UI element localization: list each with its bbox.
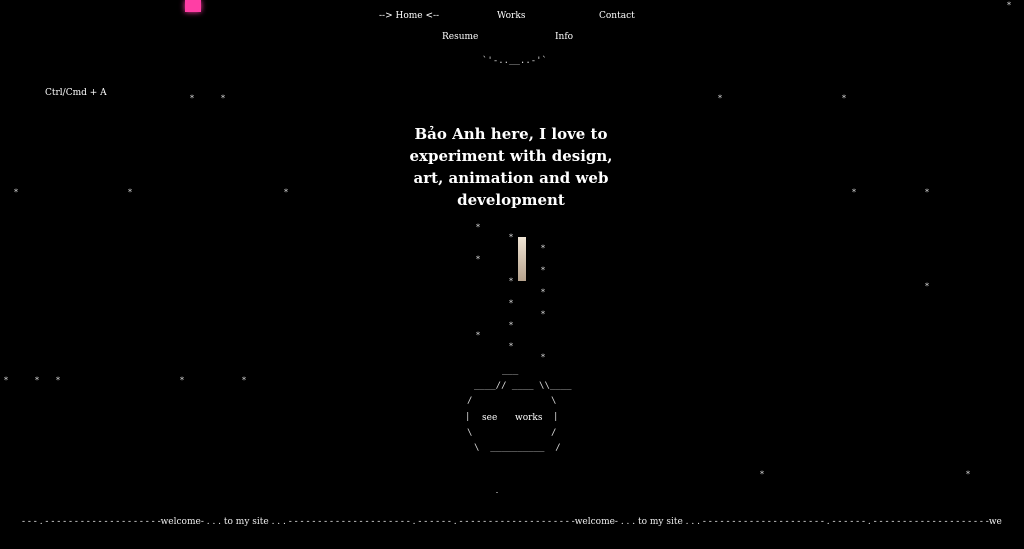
- pink-cursor-square: [185, 0, 201, 12]
- star-icon: *: [1007, 1, 1011, 10]
- shortcut-hint: Ctrl/Cmd + A: [45, 88, 107, 98]
- pot-side-right: \: [551, 396, 557, 406]
- star-icon: *: [56, 376, 60, 385]
- star-icon: *: [180, 376, 184, 385]
- pot-side-left: /: [467, 396, 473, 406]
- star-icon: *: [476, 331, 480, 340]
- candle-icon: [518, 237, 526, 281]
- star-icon: *: [4, 376, 8, 385]
- nav-contact-link[interactable]: Contact: [599, 11, 635, 21]
- star-icon: *: [509, 342, 513, 351]
- star-icon: *: [541, 266, 545, 275]
- star-icon: *: [925, 188, 929, 197]
- star-icon: *: [852, 188, 856, 197]
- pot-top: ____// ____ \\____: [474, 381, 572, 391]
- star-icon: *: [966, 470, 970, 479]
- star-icon: *: [242, 376, 246, 385]
- star-icon: *: [128, 188, 132, 197]
- see-works-button[interactable]: works: [515, 413, 543, 423]
- star-icon: *: [14, 188, 18, 197]
- nav-resume-link[interactable]: Resume: [442, 32, 478, 42]
- nav-info-link[interactable]: Info: [555, 32, 573, 42]
- star-icon: *: [541, 244, 545, 253]
- pot-lid: ___: [502, 366, 519, 376]
- see-works-button[interactable]: see: [482, 413, 497, 423]
- pot-bottom: \ __________ /: [474, 443, 561, 453]
- nav-works-link[interactable]: Works: [497, 11, 525, 21]
- star-icon: *: [509, 277, 513, 286]
- star-icon: *: [925, 282, 929, 291]
- pot-side-left: \: [467, 428, 473, 438]
- star-icon: *: [541, 288, 545, 297]
- star-icon: *: [35, 376, 39, 385]
- star-icon: *: [509, 299, 513, 308]
- welcome-marquee: - - - . - - - - - - - - - - - - - - - - …: [22, 517, 1002, 527]
- star-icon: *: [509, 233, 513, 242]
- pot-side-right: |: [553, 412, 559, 422]
- star-icon: *: [190, 94, 194, 103]
- page-headline: Bảo Anh here, I love to experiment with …: [409, 125, 613, 209]
- ascii-wave: `'-..__..-'`: [482, 56, 548, 66]
- star-icon: *: [476, 223, 480, 232]
- star-icon: *: [284, 188, 288, 197]
- star-icon: *: [476, 255, 480, 264]
- star-icon: *: [509, 321, 513, 330]
- star-icon: *: [541, 310, 545, 319]
- star-icon: *: [221, 94, 225, 103]
- star-icon: *: [541, 353, 545, 362]
- star-icon: *: [842, 94, 846, 103]
- star-icon: *: [718, 94, 722, 103]
- pot-side-left: |: [465, 412, 471, 422]
- nav-home-link[interactable]: --> Home <--: [379, 11, 439, 21]
- star-icon: *: [760, 470, 764, 479]
- pot-side-right: /: [551, 428, 557, 438]
- decorative-dot: [496, 492, 498, 493]
